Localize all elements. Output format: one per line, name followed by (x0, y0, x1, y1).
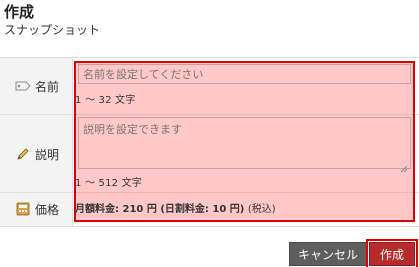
price-tax-note: (税込) (247, 204, 276, 215)
page-subtitle: スナップショット (4, 23, 101, 37)
price-label: 価格 (35, 202, 60, 217)
create-button[interactable]: 作成 (366, 239, 418, 267)
description-field-wrap (78, 117, 411, 173)
tag-icon (15, 79, 31, 93)
description-label: 説明 (35, 147, 60, 162)
description-textarea[interactable] (78, 117, 411, 169)
name-label: 名前 (35, 79, 60, 94)
resize-grip-icon[interactable] (400, 158, 408, 173)
name-input[interactable] (78, 64, 411, 84)
price-text: 月額料金: 210 円 (日割料金: 10 円) (税込) (75, 200, 276, 215)
description-label-row: 説明 (0, 142, 73, 166)
price-label-row: 価格 (0, 197, 73, 221)
name-hint: 1 ～ 32 文字 (75, 95, 136, 106)
name-label-row: 名前 (0, 74, 73, 98)
pencil-icon (15, 147, 31, 161)
page-title: 作成 (4, 3, 35, 21)
description-hint: 1 ～ 512 文字 (75, 178, 142, 189)
cancel-button[interactable]: キャンセル (289, 242, 367, 266)
calculator-icon (15, 202, 31, 216)
price-amount: 月額料金: 210 円 (日割料金: 10 円) (75, 204, 245, 215)
